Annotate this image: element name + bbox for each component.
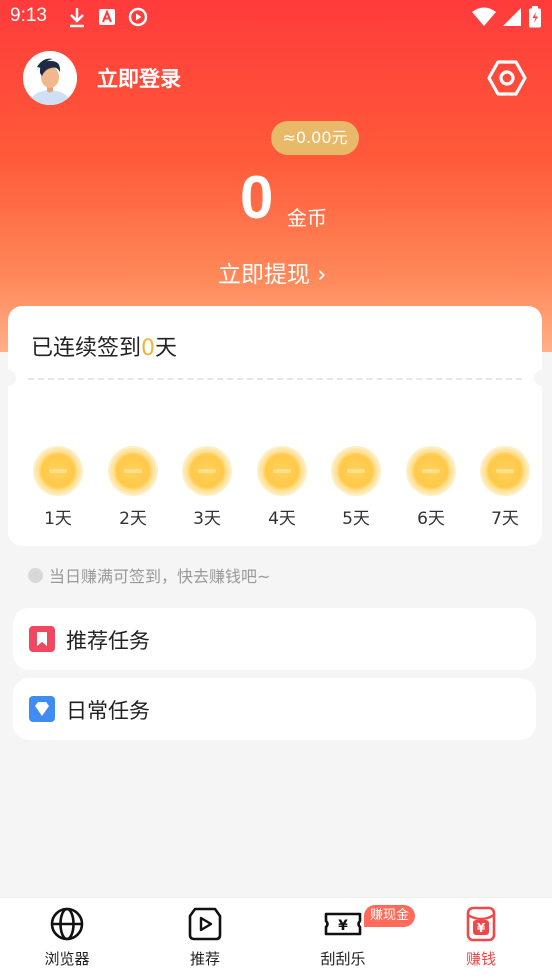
task-label: 日常任务: [66, 699, 150, 723]
coin-unit: 金币: [287, 206, 327, 230]
tab-browser[interactable]: 浏览器: [22, 906, 112, 969]
svg-text:¥: ¥: [338, 918, 348, 934]
header-background: [0, 0, 552, 352]
task-label: 推荐任务: [66, 629, 150, 653]
checkin-hint: 当日赚满可签到，快去赚钱吧~: [28, 563, 270, 587]
globe-icon: [50, 907, 84, 941]
withdraw-button[interactable]: 立即提现 ›: [218, 255, 327, 289]
red-packet-icon: ¥: [466, 906, 496, 942]
coin-icon: [259, 448, 305, 494]
checkin-day[interactable]: 5天: [326, 448, 386, 529]
battery-icon: [529, 6, 541, 28]
login-button[interactable]: 立即登录: [97, 63, 181, 93]
checkin-day[interactable]: 1天: [28, 448, 88, 529]
coin-icon: [408, 448, 454, 494]
a-icon: [99, 9, 115, 25]
tab-recommend[interactable]: 推荐: [160, 906, 250, 969]
wifi-icon: [472, 7, 496, 26]
coin-icon: [482, 448, 528, 494]
checkin-title: 已连续签到0天: [31, 336, 178, 361]
checkin-day[interactable]: 4天: [252, 448, 312, 529]
rmb-value-badge: ≈0.00元: [271, 121, 359, 155]
status-bar: 9:13: [0, 0, 552, 34]
recommended-tasks[interactable]: 推荐任务: [13, 608, 536, 670]
play-circle-icon: [128, 7, 148, 27]
checkin-day[interactable]: 2天: [103, 448, 163, 529]
video-play-icon: [188, 907, 222, 941]
avatar[interactable]: [23, 51, 77, 105]
divider: [28, 378, 522, 380]
svg-text:¥: ¥: [477, 921, 486, 935]
download-icon: [70, 8, 84, 28]
checkin-day[interactable]: 3天: [177, 448, 237, 529]
ticket-icon: ¥: [324, 912, 362, 936]
checkin-day[interactable]: 6天: [401, 448, 461, 529]
coin-icon: [184, 448, 230, 494]
info-icon: [28, 567, 43, 583]
checkin-days: 1天 2天 3天 4天 5天 6天 7天: [20, 448, 542, 538]
earn-cash-badge: 赚现金: [364, 905, 416, 927]
coin-icon: [110, 448, 156, 494]
tab-earn[interactable]: ¥ 赚钱: [436, 906, 526, 969]
signal-icon: [503, 8, 521, 26]
checkin-days-count: 0: [141, 336, 156, 361]
checkin-day[interactable]: 7天: [475, 448, 535, 529]
bookmark-icon: [29, 626, 55, 652]
status-time: 9:13: [10, 5, 47, 26]
checkin-card: 已连续签到0天 1天 2天 3天 4天 5天 6天 7天: [0, 306, 550, 546]
coin-icon: [35, 448, 81, 494]
coin-icon: [333, 448, 379, 494]
diamond-icon: [29, 696, 55, 722]
coin-amount: 0: [240, 164, 274, 231]
settings-icon[interactable]: [487, 58, 527, 98]
daily-tasks[interactable]: 日常任务: [13, 678, 536, 740]
bottom-tab-bar: 浏览器 推荐 ¥ 刮刮乐 ¥ 赚钱: [0, 897, 552, 979]
